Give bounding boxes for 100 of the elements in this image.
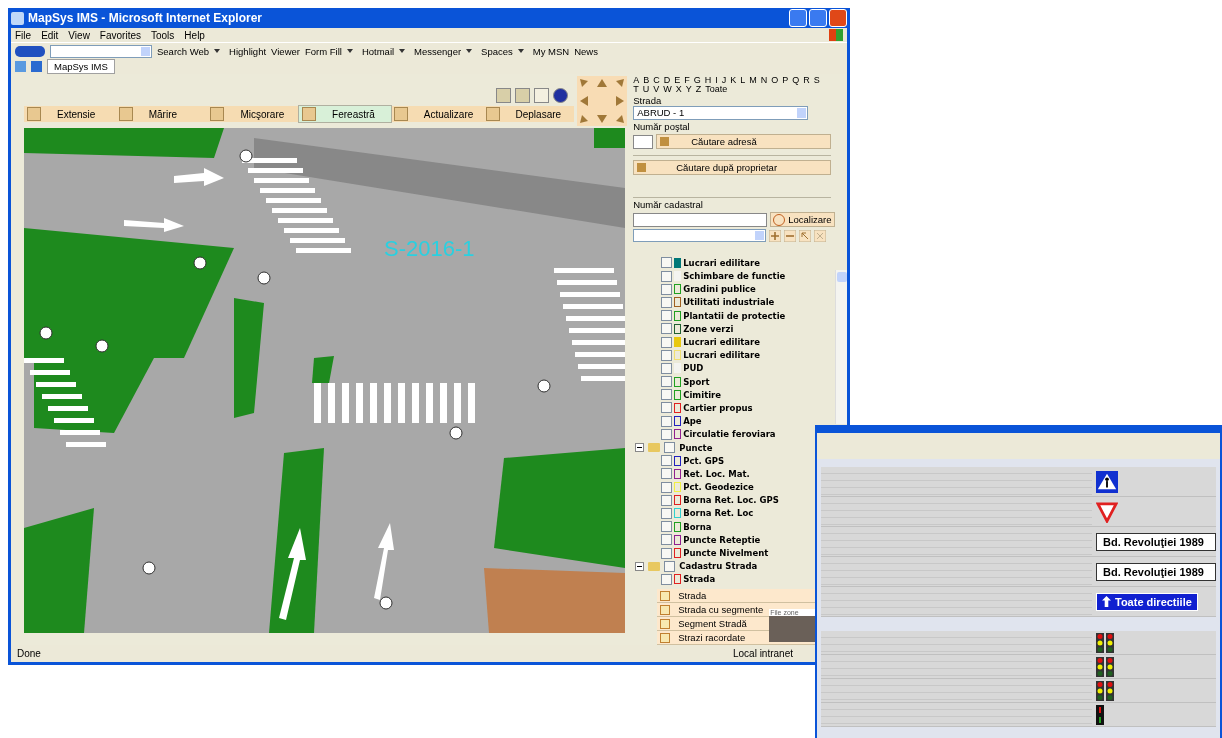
letter-link[interactable]: V [653,85,660,94]
letter-link[interactable]: G [693,76,701,85]
checkbox[interactable] [661,336,673,348]
layer-label[interactable]: Puncte Nivelment [683,548,769,559]
layer-label[interactable]: Strada [683,574,716,585]
checkbox[interactable] [661,573,673,585]
checkbox[interactable] [661,481,673,493]
layer-label[interactable]: Utilitati industriale [683,297,775,308]
cross-icon[interactable] [814,229,827,242]
layer-label[interactable]: Cartier propus [683,402,753,413]
toolbar-button[interactable]: Highlight [229,45,267,57]
checkbox[interactable] [661,455,673,467]
letter-link[interactable]: I [715,76,718,85]
map-tool-button[interactable]: Mărire [115,106,208,122]
caret-icon[interactable] [346,49,353,53]
layer-label[interactable]: Circulatie feroviara [683,429,776,440]
group-label[interactable]: Puncte [679,442,713,453]
close-button[interactable] [829,9,847,27]
scroll-up-icon[interactable] [837,272,848,282]
menu-item[interactable]: File [15,29,32,41]
menu-item[interactable]: View [68,29,90,41]
layer-label[interactable]: Pct. GPS [683,455,725,466]
letter-link[interactable]: Y [685,85,692,94]
checkbox[interactable] [661,468,673,480]
letter-link[interactable]: Toate [705,85,728,94]
letter-link[interactable]: U [642,85,650,94]
layer-label[interactable]: Lucrari edilitare [683,350,761,361]
letter-link[interactable]: N [760,76,768,85]
letter-link[interactable]: W [663,85,672,94]
layer-label[interactable]: Borna [683,521,712,532]
arrow-icon[interactable] [799,229,812,242]
checkbox[interactable] [661,534,673,546]
toolbar-button[interactable]: My MSN [532,45,570,57]
checkbox[interactable] [661,257,673,269]
letter-link[interactable]: F [684,76,690,85]
cadastral-select[interactable] [633,229,767,243]
address-search-button[interactable]: Căutare adresă [656,134,832,149]
map-tool-button[interactable]: Actualizare [390,106,483,122]
letter-link[interactable]: H [704,76,712,85]
layer-label[interactable]: Puncte Reteptie [683,534,761,545]
menu-item[interactable]: Edit [41,29,59,41]
pan-arrows-icon[interactable] [577,76,628,126]
postal-code-field[interactable] [633,134,654,149]
checkbox[interactable] [661,283,673,295]
scrollbar[interactable] [835,270,847,424]
letter-link[interactable]: X [675,85,682,94]
letter-link[interactable]: Z [695,85,702,94]
caret-icon[interactable] [466,49,473,53]
owner-search-button[interactable]: Căutare după proprietar [633,160,832,175]
letter-link[interactable]: B [643,76,650,85]
letter-link[interactable]: O [771,76,779,85]
checkbox[interactable] [661,402,673,414]
layer-label[interactable]: Ape [683,416,702,427]
toolbar-button[interactable]: Viewer [271,45,300,57]
menu-item[interactable]: Tools [151,29,175,41]
checkbox[interactable] [661,323,673,335]
toolbar-button[interactable]: Search Web [157,45,210,57]
letter-link[interactable]: T [633,85,639,94]
legend-menu-item[interactable]: Strada [678,590,707,601]
checkbox[interactable] [661,296,673,308]
layer-label[interactable]: Schimbare de functie [683,271,786,282]
checkbox[interactable] [661,547,673,559]
layer-label[interactable]: Plantatii de protectie [683,310,786,321]
letter-link[interactable]: D [663,76,671,85]
layer-label[interactable]: PUD [683,363,704,374]
caret-icon[interactable] [214,49,221,53]
letter-link[interactable]: S [813,76,820,85]
layer-label[interactable]: Gradini publice [683,284,756,295]
toolbar-button[interactable]: News [574,45,598,57]
checkbox[interactable] [664,442,676,454]
letter-link[interactable]: R [803,76,810,85]
minimize-button[interactable] [789,9,807,27]
letter-link[interactable]: A [633,76,640,85]
checkbox[interactable] [664,560,676,572]
menu-item[interactable]: Help [184,29,205,41]
checkbox[interactable] [661,507,673,519]
layer-label[interactable]: Zone verzi [683,323,734,334]
checkbox[interactable] [661,349,673,361]
map-tool-button[interactable]: Deplasare [482,106,575,122]
letter-link[interactable]: P [782,76,789,85]
checkbox[interactable] [661,521,673,533]
letter-link[interactable]: M [749,76,757,85]
toolbar-button[interactable]: Form Fill [304,45,342,57]
letter-link[interactable]: Q [792,76,800,85]
layer-label[interactable]: Borna Ret. Loc. GPS [683,495,779,506]
info-icon[interactable] [553,88,569,103]
checkbox[interactable] [661,362,673,374]
layer-label[interactable]: Borna Ret. Loc [683,508,754,519]
maximize-button[interactable] [809,9,827,27]
checkbox[interactable] [661,270,673,282]
letter-link[interactable]: E [674,76,681,85]
map-tool-button[interactable]: Extensie [24,106,116,122]
map-tool-button[interactable]: Micşorare [207,106,300,122]
caret-icon[interactable] [399,49,406,53]
checkbox[interactable] [661,376,673,388]
letter-link[interactable]: J [721,76,727,85]
letter-link[interactable]: K [730,76,737,85]
group-label[interactable]: Cadastru Strada [679,561,758,572]
checkbox[interactable] [661,494,673,506]
search-field[interactable] [50,44,152,58]
